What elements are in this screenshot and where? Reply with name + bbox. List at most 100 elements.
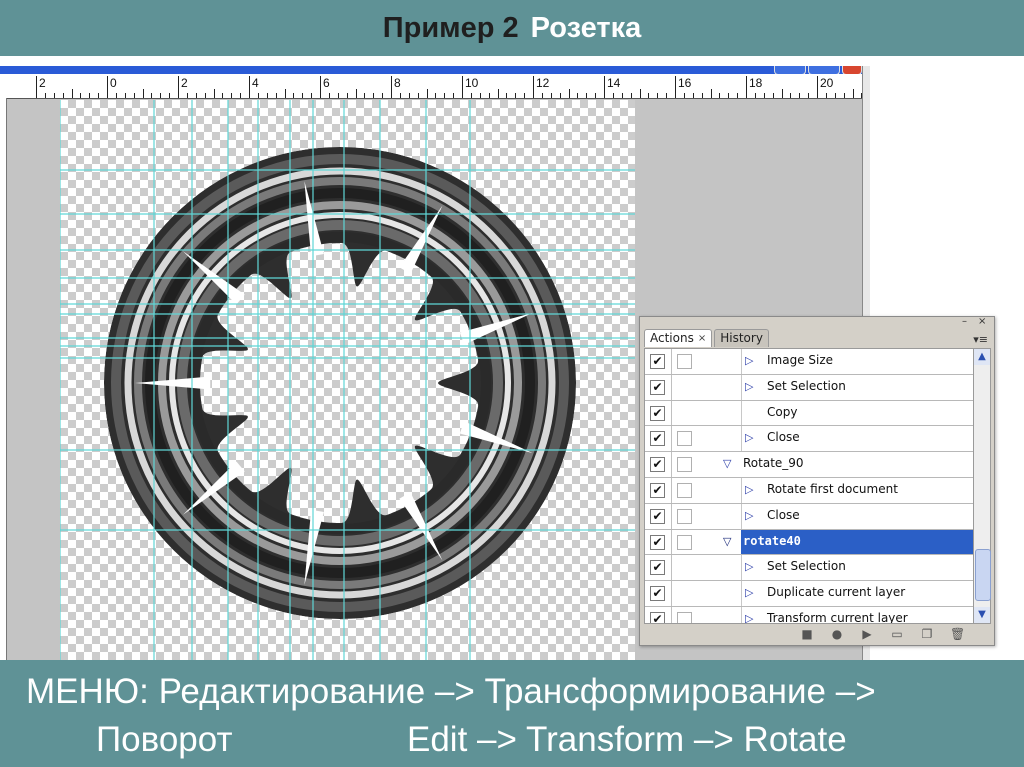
rosette-spike [304, 181, 324, 257]
new-set-icon[interactable]: ▭ [890, 627, 904, 641]
ruler-tick [533, 76, 534, 98]
row-divider [671, 452, 672, 477]
ruler-label: 12 [536, 76, 550, 90]
ruler-tick [240, 93, 242, 98]
action-enabled-checkbox[interactable]: ✔ [650, 405, 665, 421]
play-icon[interactable]: ▶ [860, 627, 874, 641]
dialog-toggle-checkbox[interactable] [677, 482, 692, 498]
ruler-tick [124, 93, 126, 98]
action-enabled-checkbox[interactable]: ✔ [650, 534, 665, 550]
collapsed-triangle-icon[interactable]: ▷ [745, 380, 753, 393]
ruler-tick [550, 93, 552, 98]
document-canvas[interactable] [60, 100, 635, 662]
scroll-up-icon[interactable]: ▲ [974, 349, 990, 365]
action-row[interactable]: ✔ ▷ Transform current layer [645, 606, 973, 623]
dialog-toggle-checkbox[interactable] [677, 431, 692, 447]
action-row[interactable]: ✔ ▷ Close [645, 503, 973, 530]
action-row[interactable]: ✔ ▽ rotate40 [645, 529, 973, 556]
collapsed-triangle-icon[interactable]: ▷ [745, 586, 753, 599]
panel-minimize-button[interactable]: – [962, 317, 967, 327]
action-row[interactable]: ✔ ▽ Rotate_90 [645, 452, 973, 478]
action-row[interactable]: ✔ ▷ Image Size [645, 349, 973, 375]
action-row[interactable]: ✔ ▷ Close [645, 426, 973, 453]
panel-tabs: Actions × History [644, 329, 769, 347]
action-label: Duplicate current layer [767, 585, 906, 600]
ruler-tick [293, 93, 295, 98]
ruler-tick [453, 93, 455, 98]
tab-close-icon[interactable]: × [698, 330, 706, 347]
row-divider [671, 426, 672, 452]
tab-history[interactable]: History [714, 329, 769, 347]
slide-title-part1: Пример 2 [382, 11, 519, 44]
ruler-tick [178, 76, 179, 98]
ruler-tick [808, 93, 810, 98]
ruler-tick [142, 89, 144, 98]
panel-close-button[interactable]: × [978, 317, 986, 327]
ruler-tick [737, 93, 739, 98]
row-divider [671, 374, 672, 400]
ruler-tick [719, 93, 721, 98]
ruler-tick [462, 76, 463, 98]
action-enabled-checkbox[interactable]: ✔ [650, 508, 665, 524]
window-title-strip [0, 66, 870, 74]
collapsed-triangle-icon[interactable]: ▷ [745, 560, 753, 573]
ruler-tick [781, 89, 783, 98]
action-row[interactable]: ✔ ▷ Set Selection [645, 374, 973, 401]
ruler-tick [639, 89, 641, 98]
rosette-spike [183, 251, 245, 305]
ruler-tick [53, 93, 55, 98]
ruler-tick [213, 89, 215, 98]
action-row[interactable]: ✔ ▷ Rotate first document [645, 477, 973, 504]
ruler-label: 14 [607, 76, 621, 90]
action-label: rotate40 [743, 533, 801, 548]
ruler-tick [825, 93, 827, 98]
action-enabled-checkbox[interactable]: ✔ [650, 586, 665, 602]
dialog-toggle-checkbox[interactable] [677, 354, 692, 369]
action-enabled-checkbox[interactable]: ✔ [650, 560, 665, 576]
action-row[interactable]: ✔ ▷ Set Selection [645, 555, 973, 582]
collapsed-triangle-icon[interactable]: ▷ [745, 483, 753, 496]
action-enabled-checkbox[interactable]: ✔ [650, 354, 665, 369]
collapsed-triangle-icon[interactable]: ▷ [745, 354, 753, 367]
action-enabled-checkbox[interactable]: ✔ [650, 482, 665, 498]
panel-menu-icon[interactable]: ▾≡ [973, 333, 988, 346]
ruler-label: 16 [678, 76, 692, 90]
ruler-tick [169, 93, 171, 98]
expand-triangle-icon[interactable]: ▽ [723, 457, 731, 470]
record-icon[interactable]: ● [830, 627, 844, 641]
action-row[interactable]: ✔ Copy [645, 400, 973, 427]
dialog-toggle-checkbox[interactable] [677, 457, 692, 473]
expand-triangle-icon[interactable]: ▽ [723, 535, 731, 548]
caption-line-2-en: Edit –> Transform –> Rotate [407, 720, 847, 759]
delete-icon[interactable]: 🗑 [950, 627, 965, 641]
ruler-label: 0 [110, 76, 117, 90]
scroll-down-icon[interactable]: ▼ [974, 607, 990, 623]
ruler-tick [604, 76, 605, 98]
dialog-toggle-checkbox[interactable] [677, 508, 692, 524]
action-enabled-checkbox[interactable]: ✔ [650, 431, 665, 447]
ruler-tick [160, 93, 162, 98]
collapsed-triangle-icon[interactable]: ▷ [745, 431, 753, 444]
new-action-icon[interactable]: ❐ [920, 627, 934, 641]
ruler-tick [382, 93, 384, 98]
actions-scrollbar[interactable]: ▲ ▼ [973, 348, 991, 624]
dialog-toggle-checkbox[interactable] [677, 534, 692, 550]
horizontal-ruler: 2 0 2 4 6 8 10 12 14 16 18 20 [0, 74, 863, 99]
slide-caption: МЕНЮ: Редактирование –> Трансформировани… [0, 660, 1024, 767]
ruler-label: 4 [252, 76, 259, 90]
scroll-thumb[interactable] [975, 549, 991, 601]
ruler-tick [408, 93, 410, 98]
ruler-tick [754, 93, 756, 98]
stop-icon[interactable]: ■ [800, 627, 814, 641]
ruler-tick [364, 93, 366, 98]
action-label: Set Selection [767, 378, 846, 393]
action-enabled-checkbox[interactable]: ✔ [650, 379, 665, 395]
ruler-tick [417, 93, 419, 98]
collapsed-triangle-icon[interactable]: ▷ [745, 509, 753, 522]
action-row[interactable]: ✔ ▷ Duplicate current layer [645, 581, 973, 607]
action-enabled-checkbox[interactable]: ✔ [650, 457, 665, 473]
tab-actions[interactable]: Actions × [644, 329, 713, 347]
ruler-tick [320, 76, 321, 98]
action-label: Close [767, 507, 800, 522]
ruler-tick [843, 93, 845, 98]
